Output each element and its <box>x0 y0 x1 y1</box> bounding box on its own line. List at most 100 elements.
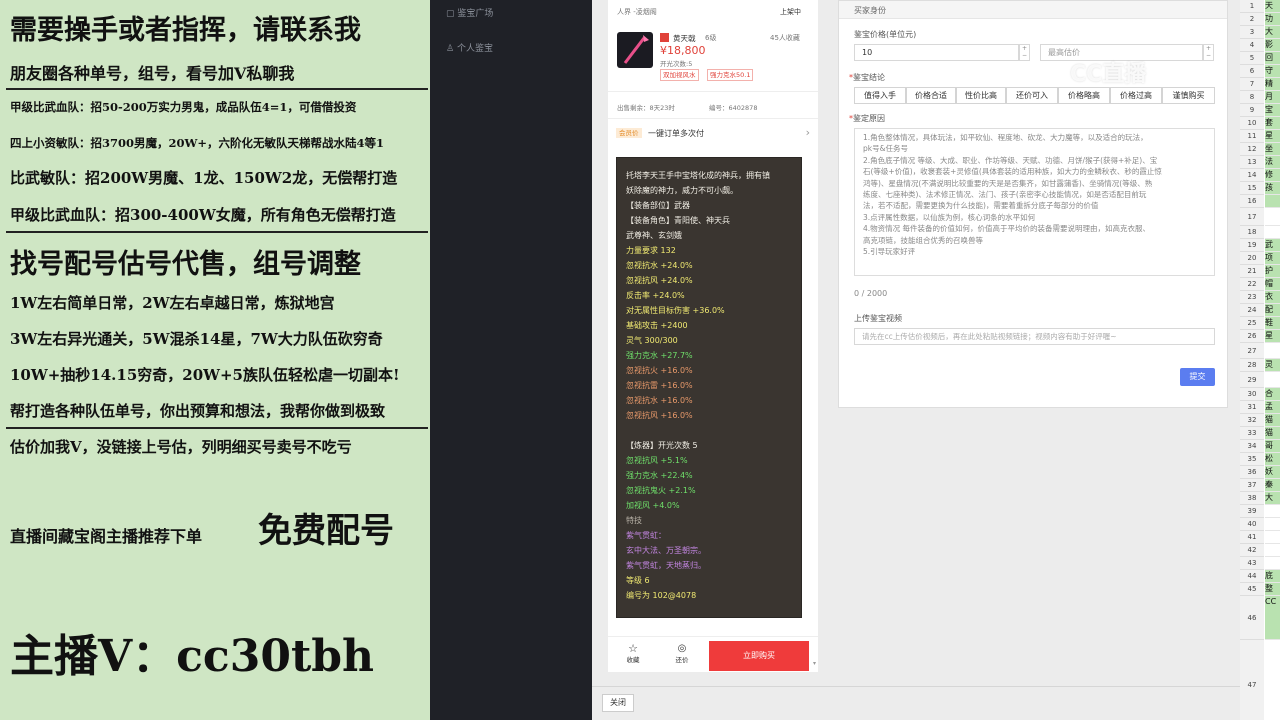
conclusion-option[interactable]: 谨慎购买 <box>1162 87 1215 104</box>
favorite-button[interactable]: ☆ 收藏 <box>622 643 644 664</box>
row-number[interactable]: 31 <box>1240 401 1264 414</box>
sheet-cell[interactable]: 套 <box>1265 117 1280 130</box>
sheet-cell[interactable]: 妖 <box>1265 466 1280 479</box>
row-number[interactable]: 33 <box>1240 427 1264 440</box>
sheet-cell[interactable]: 护 <box>1265 265 1280 278</box>
row-number[interactable]: 44 <box>1240 570 1264 583</box>
row-number[interactable]: 15 <box>1240 182 1264 195</box>
sheet-cell[interactable]: 猫 <box>1265 427 1280 440</box>
submit-button[interactable]: 提交 <box>1180 368 1215 386</box>
sheet-cell[interactable] <box>1265 226 1280 239</box>
sheet-cell[interactable] <box>1265 343 1280 359</box>
sheet-cell[interactable]: 武 <box>1265 239 1280 252</box>
sidebar-item-appraisal-square[interactable]: ▢ 鉴宝广场 <box>446 6 493 19</box>
conclusion-option[interactable]: 价格略高 <box>1058 87 1110 104</box>
row-number[interactable]: 14 <box>1240 169 1264 182</box>
row-number[interactable]: 23 <box>1240 291 1264 304</box>
row-number[interactable]: 46 <box>1240 596 1264 640</box>
sheet-cell[interactable] <box>1265 640 1280 720</box>
sheet-cell[interactable]: 灵 <box>1265 359 1280 372</box>
sheet-cell[interactable]: 影 <box>1265 39 1280 52</box>
sheet-cell[interactable]: 精 <box>1265 78 1280 91</box>
sheet-cell[interactable]: 秦 <box>1265 479 1280 492</box>
row-number[interactable]: 18 <box>1240 226 1264 239</box>
row-number[interactable]: 16 <box>1240 195 1264 208</box>
row-number[interactable]: 6 <box>1240 65 1264 78</box>
sheet-cell[interactable]: 配 <box>1265 304 1280 317</box>
row-number[interactable]: 40 <box>1240 518 1264 531</box>
row-number[interactable]: 13 <box>1240 156 1264 169</box>
sheet-cell[interactable] <box>1265 531 1280 544</box>
sidebar-item-personal-appraisal[interactable]: ♙ 个人鉴宝 <box>446 41 493 54</box>
sheet-cell[interactable]: 衣 <box>1265 291 1280 304</box>
row-number[interactable]: 1 <box>1240 0 1264 13</box>
sheet-cell[interactable] <box>1265 505 1280 518</box>
sheet-cell[interactable]: 修 <box>1265 169 1280 182</box>
sheet-cell[interactable] <box>1265 208 1280 226</box>
sheet-cell[interactable]: 法 <box>1265 156 1280 169</box>
row-number[interactable]: 47 <box>1240 640 1264 720</box>
sheet-cell[interactable]: 松 <box>1265 453 1280 466</box>
sheet-cell[interactable]: 孟 <box>1265 401 1280 414</box>
scrollbar-arrow-icon[interactable]: ▾ <box>813 660 818 668</box>
row-number[interactable]: 19 <box>1240 239 1264 252</box>
sheet-cell[interactable]: CC <box>1265 596 1280 640</box>
sheet-cell[interactable]: 鞋 <box>1265 317 1280 330</box>
sheet-cell[interactable]: 底 <box>1265 570 1280 583</box>
sheet-cell[interactable]: 宝 <box>1265 104 1280 117</box>
sheet-cell[interactable]: 大 <box>1265 26 1280 39</box>
conclusion-option[interactable]: 价格合适 <box>906 87 956 104</box>
row-number[interactable]: 30 <box>1240 388 1264 401</box>
sheet-cell[interactable]: 星 <box>1265 130 1280 143</box>
row-number[interactable]: 38 <box>1240 492 1264 505</box>
conclusion-option[interactable]: 值得入手 <box>854 87 906 104</box>
row-number[interactable]: 4 <box>1240 39 1264 52</box>
price-input[interactable]: 10 <box>854 44 1019 61</box>
sheet-cell[interactable]: 守 <box>1265 65 1280 78</box>
sheet-cell[interactable]: 哥 <box>1265 440 1280 453</box>
row-number[interactable]: 27 <box>1240 343 1264 359</box>
sheet-cell[interactable]: 合 <box>1265 388 1280 401</box>
row-number[interactable]: 7 <box>1240 78 1264 91</box>
sheet-cell[interactable]: 天 <box>1265 0 1280 13</box>
row-number[interactable]: 37 <box>1240 479 1264 492</box>
buy-now-button[interactable]: 立即购买 <box>709 641 809 671</box>
sheet-cell[interactable]: 功 <box>1265 13 1280 26</box>
row-number[interactable]: 39 <box>1240 505 1264 518</box>
conclusion-option[interactable]: 价格过高 <box>1110 87 1162 104</box>
row-number[interactable]: 5 <box>1240 52 1264 65</box>
sheet-cell[interactable]: 大 <box>1265 492 1280 505</box>
row-number[interactable]: 28 <box>1240 359 1264 372</box>
bargain-button[interactable]: ◎ 还价 <box>671 643 693 664</box>
row-number[interactable]: 8 <box>1240 91 1264 104</box>
row-number[interactable]: 32 <box>1240 414 1264 427</box>
sheet-cell[interactable]: 整 <box>1265 583 1280 596</box>
sheet-cell[interactable]: 月 <box>1265 91 1280 104</box>
row-number[interactable]: 10 <box>1240 117 1264 130</box>
sheet-cell[interactable]: 孩 <box>1265 182 1280 195</box>
sheet-cell[interactable]: 星 <box>1265 330 1280 343</box>
row-number[interactable]: 45 <box>1240 583 1264 596</box>
row-number[interactable]: 21 <box>1240 265 1264 278</box>
sheet-cell[interactable] <box>1265 518 1280 531</box>
conclusion-option[interactable]: 还价可入 <box>1006 87 1058 104</box>
max-price-stepper[interactable]: + − <box>1203 44 1214 61</box>
conclusion-option[interactable]: 性价比高 <box>956 87 1006 104</box>
row-number[interactable]: 11 <box>1240 130 1264 143</box>
sheet-cell[interactable]: 回 <box>1265 52 1280 65</box>
row-number[interactable]: 36 <box>1240 466 1264 479</box>
row-number[interactable]: 42 <box>1240 544 1264 557</box>
row-number[interactable]: 35 <box>1240 453 1264 466</box>
row-number[interactable]: 43 <box>1240 557 1264 570</box>
row-number[interactable]: 3 <box>1240 26 1264 39</box>
price-stepper[interactable]: + − <box>1019 44 1030 61</box>
row-number[interactable]: 24 <box>1240 304 1264 317</box>
row-number[interactable]: 29 <box>1240 372 1264 388</box>
reason-textarea[interactable]: 1.角色整体情况，具体玩法，如平砍仙、程度地、砍龙、大力魔等，以及适合的玩法， … <box>854 128 1215 276</box>
close-button[interactable]: 关闭 <box>602 694 634 712</box>
row-number[interactable]: 2 <box>1240 13 1264 26</box>
row-number[interactable]: 26 <box>1240 330 1264 343</box>
sheet-cell[interactable] <box>1265 195 1280 208</box>
row-number[interactable]: 41 <box>1240 531 1264 544</box>
row-number[interactable]: 34 <box>1240 440 1264 453</box>
